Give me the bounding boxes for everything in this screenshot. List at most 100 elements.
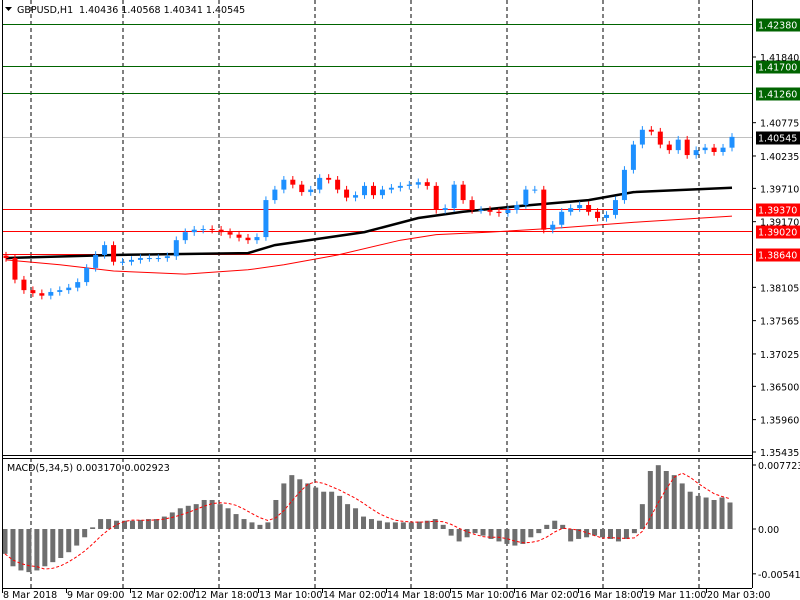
macd-bar: [2, 529, 8, 554]
candle-body: [612, 200, 618, 215]
candle-body: [568, 208, 574, 212]
candle-body: [48, 291, 54, 296]
macd-bar: [281, 483, 287, 529]
macd-bar: [345, 504, 351, 529]
candle-body: [164, 256, 170, 259]
candle-body: [290, 179, 296, 185]
macd-bar: [201, 499, 207, 529]
candle-body: [128, 259, 134, 262]
candle-body: [604, 214, 610, 218]
macd-bar: [663, 470, 669, 529]
price-level-label: 1.39370: [758, 206, 797, 217]
candle-body: [487, 209, 493, 212]
macd-bar: [600, 529, 606, 538]
candle-body: [308, 189, 314, 193]
candle-body: [639, 129, 645, 145]
macd-histogram: [2, 465, 733, 573]
macd-bar: [114, 520, 120, 529]
macd-bar: [361, 516, 367, 529]
candle-body: [254, 237, 260, 241]
candle-body: [505, 209, 511, 214]
price-tick-label: 1.39170: [760, 218, 799, 229]
candle-body: [720, 147, 726, 152]
candle-body: [442, 208, 448, 210]
candle-body: [675, 139, 681, 151]
candle-body: [595, 211, 601, 218]
macd-bar: [233, 514, 239, 529]
candle-body: [729, 136, 735, 148]
time-tick-label: 16 Mar 18:00: [579, 590, 642, 600]
candle-body: [559, 211, 565, 225]
macd-bar: [257, 524, 263, 529]
candle-body: [84, 267, 90, 283]
candle-body: [586, 205, 592, 212]
candle-body: [693, 150, 699, 156]
time-tick-label: 8 Mar 2018: [3, 590, 57, 600]
candle-body: [146, 258, 152, 260]
macd-bar: [137, 519, 143, 529]
candle-body: [3, 255, 9, 259]
macd-bar: [265, 522, 271, 529]
macd-bar: [456, 529, 462, 542]
macd-bar: [241, 519, 247, 529]
macd-bar: [687, 491, 693, 529]
candle-body: [245, 237, 251, 241]
price-chart[interactable]: 1.42380 1.41700 1.41260 1.40545 1.39370 1.390…: [0, 0, 800, 600]
macd-bar: [440, 524, 446, 529]
macd-bar: [106, 519, 112, 529]
candle-body: [469, 200, 475, 210]
level-lines: [3, 24, 752, 255]
time-tick-label: 14 Mar 02:00: [323, 590, 386, 600]
candle-body: [57, 290, 63, 292]
ohlc-values: 1.40436 1.40568 1.40341 1.40545: [79, 5, 245, 16]
price-tick-label: 1.37565: [760, 317, 799, 328]
macd-bar: [504, 529, 510, 544]
macd-bar: [50, 529, 56, 563]
candle-body: [272, 189, 278, 201]
macd-bar: [249, 522, 255, 529]
macd-bar: [353, 508, 359, 529]
macd-bar: [34, 529, 40, 571]
candle-body: [317, 177, 323, 190]
macd-bar: [273, 499, 279, 529]
macd-bar: [384, 522, 390, 529]
macd-bar: [536, 529, 542, 534]
macd-bar: [305, 483, 311, 529]
macd-bar: [177, 508, 183, 529]
price-tick-label: 1.39710: [760, 184, 799, 195]
macd-bar: [376, 520, 382, 529]
candle-body: [218, 229, 224, 233]
macd-bar: [528, 529, 534, 538]
candle-body: [263, 200, 269, 238]
candle-body: [227, 232, 233, 235]
candle-body: [173, 240, 179, 257]
price-level-label: 1.38640: [758, 251, 797, 262]
candle-body: [75, 282, 81, 288]
collapse-triangle-icon[interactable]: [5, 7, 12, 11]
macd-bar: [711, 499, 717, 529]
macd-bar: [193, 504, 199, 529]
candle-body: [433, 185, 439, 210]
price-tick-label: 1.38105: [760, 283, 799, 294]
candle-body: [66, 287, 72, 291]
macd-bar: [448, 529, 454, 536]
candle-body: [451, 184, 457, 209]
macd-tick-label: -0.00541: [758, 570, 800, 581]
candle-body: [335, 179, 341, 190]
candle-body: [648, 129, 654, 132]
price-tick-label: 1.36500: [760, 382, 799, 393]
candle-body: [684, 139, 690, 156]
candle-body: [711, 147, 717, 152]
macd-tick-label: 0.007723: [758, 461, 800, 472]
candle-body: [370, 185, 376, 196]
price-level-label: 1.39020: [758, 228, 797, 239]
candles: [3, 126, 735, 300]
candle-body: [12, 258, 18, 280]
candle-body: [155, 258, 161, 260]
macd-bar: [337, 495, 343, 529]
price-axis[interactable]: 1.42380 1.41700 1.41260 1.40545 1.39370 1.390…: [752, 18, 800, 581]
macd-bar: [58, 529, 64, 559]
time-axis[interactable]: 8 Mar 2018 9 Mar 09:00 12 Mar 02:00 12 Mar …: [2, 588, 771, 600]
time-tick-label: 12 Mar 18:00: [195, 590, 258, 600]
candle-body: [478, 209, 484, 211]
